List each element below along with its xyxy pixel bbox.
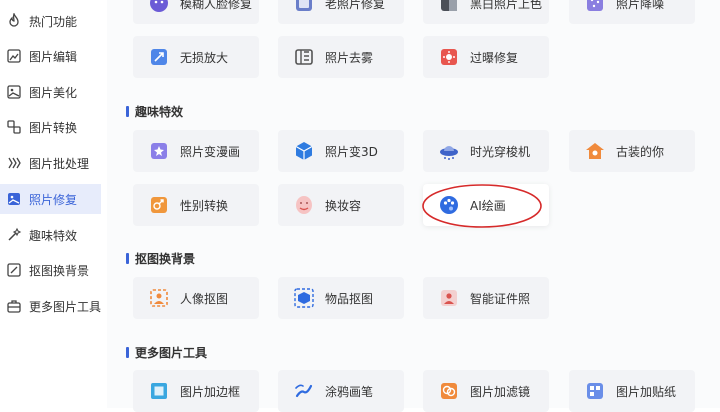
sticker-icon: [584, 380, 606, 402]
filter-icon: [438, 380, 460, 402]
palette-icon: [438, 194, 460, 216]
tool-card-old-photo[interactable]: 老照片修复: [278, 0, 404, 24]
sidebar: 热门功能 图片编辑 图片美化 图片转换 图片批处理 照片修复 趣味特效 抠图换背…: [0, 0, 108, 408]
face-icon: [148, 0, 170, 14]
tool-card-denoise[interactable]: 照片降噪: [569, 0, 695, 24]
sidebar-item-label: 图片美化: [29, 85, 78, 100]
denoise-icon: [584, 0, 606, 14]
card-label: 照片变漫画: [180, 144, 241, 159]
tool-card-add-border[interactable]: 图片加边框: [133, 370, 259, 412]
cube-icon: [293, 140, 315, 162]
sidebar-item-label: 照片修复: [29, 192, 78, 207]
card-label: 图片加贴纸: [616, 384, 677, 399]
tool-card-cartoon[interactable]: 照片变漫画: [133, 130, 259, 172]
section-title-matting: 抠图换背景: [126, 250, 195, 267]
object-cutout-icon: [293, 287, 315, 309]
image-edit-icon: [6, 48, 22, 64]
card-label: AI绘画: [470, 198, 506, 213]
border-frame-icon: [148, 380, 170, 402]
tool-card-time-machine[interactable]: 时光穿梭机: [423, 130, 549, 172]
toolbox-icon: [6, 298, 22, 314]
portrait-cutout-icon: [148, 287, 170, 309]
card-label: 图片加滤镜: [470, 384, 531, 399]
card-label: 照片去雾: [325, 50, 374, 65]
tool-card-overexposure[interactable]: 过曝修复: [423, 36, 549, 78]
card-label: 人像抠图: [180, 291, 229, 306]
sidebar-item-batch[interactable]: 图片批处理: [0, 148, 101, 178]
tool-card-upscale[interactable]: 无损放大: [133, 36, 259, 78]
card-label: 物品抠图: [325, 291, 374, 306]
sidebar-item-edit[interactable]: 图片编辑: [0, 41, 101, 71]
tool-card-ai-painting[interactable]: AI绘画: [423, 184, 549, 226]
section-title-fun: 趣味特效: [126, 103, 183, 120]
picture-icon: [6, 84, 22, 100]
sidebar-item-label: 热门功能: [29, 14, 78, 29]
card-label: 模糊人脸修复: [180, 0, 253, 11]
batch-icon: [6, 155, 22, 171]
photo-repair-icon: [6, 191, 22, 207]
cutout-icon: [6, 262, 22, 278]
sidebar-item-repair[interactable]: 照片修复: [0, 184, 101, 214]
sidebar-item-beautify[interactable]: 图片美化: [0, 77, 101, 107]
magic-wand-icon: [6, 227, 22, 243]
main-content: 模糊人脸修复 老照片修复 黑白照片上色 照片降噪 无损放大 照片去雾 过曝修复 …: [107, 0, 720, 412]
tool-card-doodle-brush[interactable]: 涂鸦画笔: [278, 370, 404, 412]
sidebar-item-convert[interactable]: 图片转换: [0, 112, 101, 142]
tool-card-add-sticker[interactable]: 图片加贴纸: [569, 370, 695, 412]
cartoon-icon: [148, 140, 170, 162]
sidebar-item-hot[interactable]: 热门功能: [0, 6, 101, 36]
card-label: 照片降噪: [616, 0, 665, 11]
tool-card-object-matting[interactable]: 物品抠图: [278, 277, 404, 319]
card-label: 黑白照片上色: [470, 0, 543, 11]
sun-icon: [438, 46, 460, 68]
tool-card-portrait-matting[interactable]: 人像抠图: [133, 277, 259, 319]
ufo-icon: [438, 140, 460, 162]
tool-card-3d[interactable]: 照片变3D: [278, 130, 404, 172]
convert-icon: [6, 119, 22, 135]
gender-icon: [148, 194, 170, 216]
sidebar-item-more-tools[interactable]: 更多图片工具: [0, 291, 101, 321]
tool-card-dehaze[interactable]: 照片去雾: [278, 36, 404, 78]
tool-card-makeup[interactable]: 换妆容: [278, 184, 404, 226]
card-label: 图片加边框: [180, 384, 241, 399]
sidebar-item-label: 图片批处理: [29, 156, 90, 171]
old-photo-icon: [293, 0, 315, 14]
sidebar-item-label: 图片编辑: [29, 49, 78, 64]
sidebar-item-matting[interactable]: 抠图换背景: [0, 255, 101, 285]
makeup-face-icon: [293, 194, 315, 216]
sidebar-item-fun[interactable]: 趣味特效: [0, 220, 101, 250]
tool-card-face-repair[interactable]: 模糊人脸修复: [133, 0, 259, 24]
card-label: 涂鸦画笔: [325, 384, 374, 399]
colorize-icon: [438, 0, 460, 14]
section-title-more-tools: 更多图片工具: [126, 344, 207, 361]
sidebar-item-label: 图片转换: [29, 120, 78, 135]
card-label: 时光穿梭机: [470, 144, 531, 159]
tool-card-gender-swap[interactable]: 性别转换: [133, 184, 259, 226]
card-label: 过曝修复: [470, 50, 519, 65]
tool-card-id-photo[interactable]: 智能证件照: [423, 277, 549, 319]
ancient-house-icon: [584, 140, 606, 162]
fire-icon: [6, 13, 22, 29]
card-label: 性别转换: [180, 198, 229, 213]
sidebar-item-label: 趣味特效: [29, 228, 78, 243]
card-label: 老照片修复: [325, 0, 386, 11]
card-label: 古装的你: [616, 144, 665, 159]
sidebar-item-label: 抠图换背景: [29, 263, 90, 278]
card-label: 换妆容: [325, 198, 362, 213]
dehaze-icon: [293, 46, 315, 68]
card-label: 智能证件照: [470, 291, 531, 306]
upscale-icon: [148, 46, 170, 68]
tool-card-colorize[interactable]: 黑白照片上色: [423, 0, 549, 24]
tool-card-ancient-costume[interactable]: 古装的你: [569, 130, 695, 172]
id-photo-icon: [438, 287, 460, 309]
card-label: 照片变3D: [325, 144, 378, 159]
card-label: 无损放大: [180, 50, 229, 65]
tool-card-add-filter[interactable]: 图片加滤镜: [423, 370, 549, 412]
brush-icon: [293, 380, 315, 402]
sidebar-item-label: 更多图片工具: [29, 299, 102, 314]
